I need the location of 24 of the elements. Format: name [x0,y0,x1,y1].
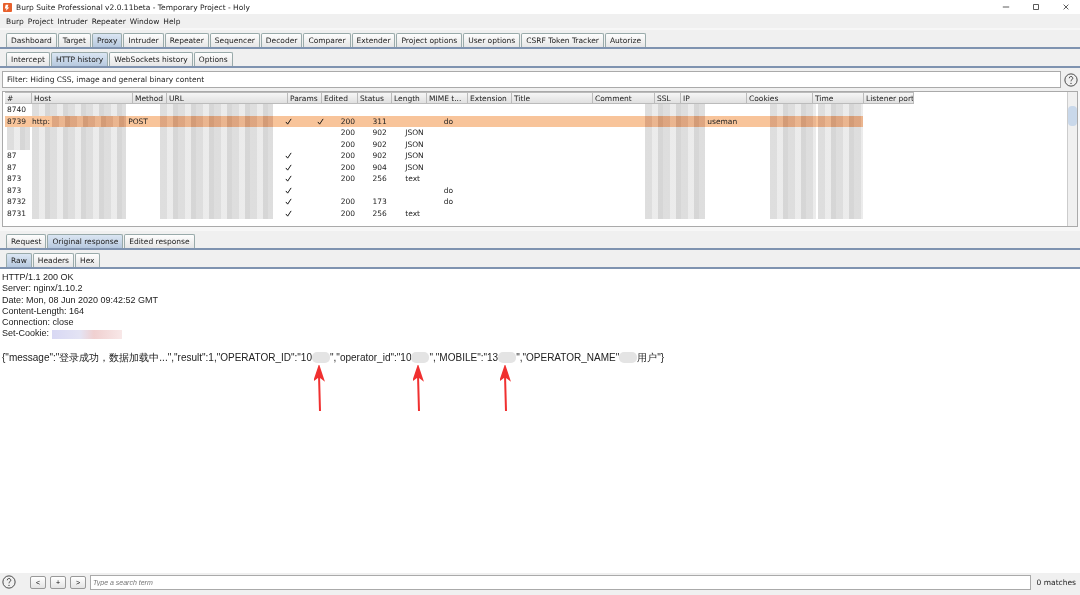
response-text: {"message":"登录成功，数据加载中...","result":1,"OPERATOR_ID":"10 [2,350,312,364]
help-icon[interactable] [2,575,16,589]
response-text: ","MOBILE":"13 [429,350,499,364]
scrollbar[interactable] [1067,92,1077,226]
response-text: ","operator_id":"10 [330,350,412,364]
help-icon[interactable] [1064,72,1078,87]
response-text: ","OPERATOR_NAME" [516,350,620,364]
maximize-icon[interactable] [1032,3,1040,11]
redaction-block [52,329,123,339]
response-text: 用户"} [637,350,665,364]
response-line: Connection: close [2,317,74,329]
minimize-icon[interactable] [1002,3,1010,11]
redaction-block [769,127,816,139]
close-icon[interactable] [1062,3,1070,11]
response-line: Server: nginx/1.10.2 [2,283,83,295]
redaction-block [817,104,863,116]
response-line: HTTP/1.1 200 OK [2,272,74,284]
redaction-block [817,127,863,139]
redaction-block [644,127,706,139]
response-line: Date: Mon, 08 Jun 2020 09:42:52 GMT [2,294,159,306]
redaction-block [644,104,706,116]
response-line: Content-Length: 164 [2,305,85,318]
redaction-block [769,104,816,116]
response-line: Set-Cookie: [2,328,50,340]
